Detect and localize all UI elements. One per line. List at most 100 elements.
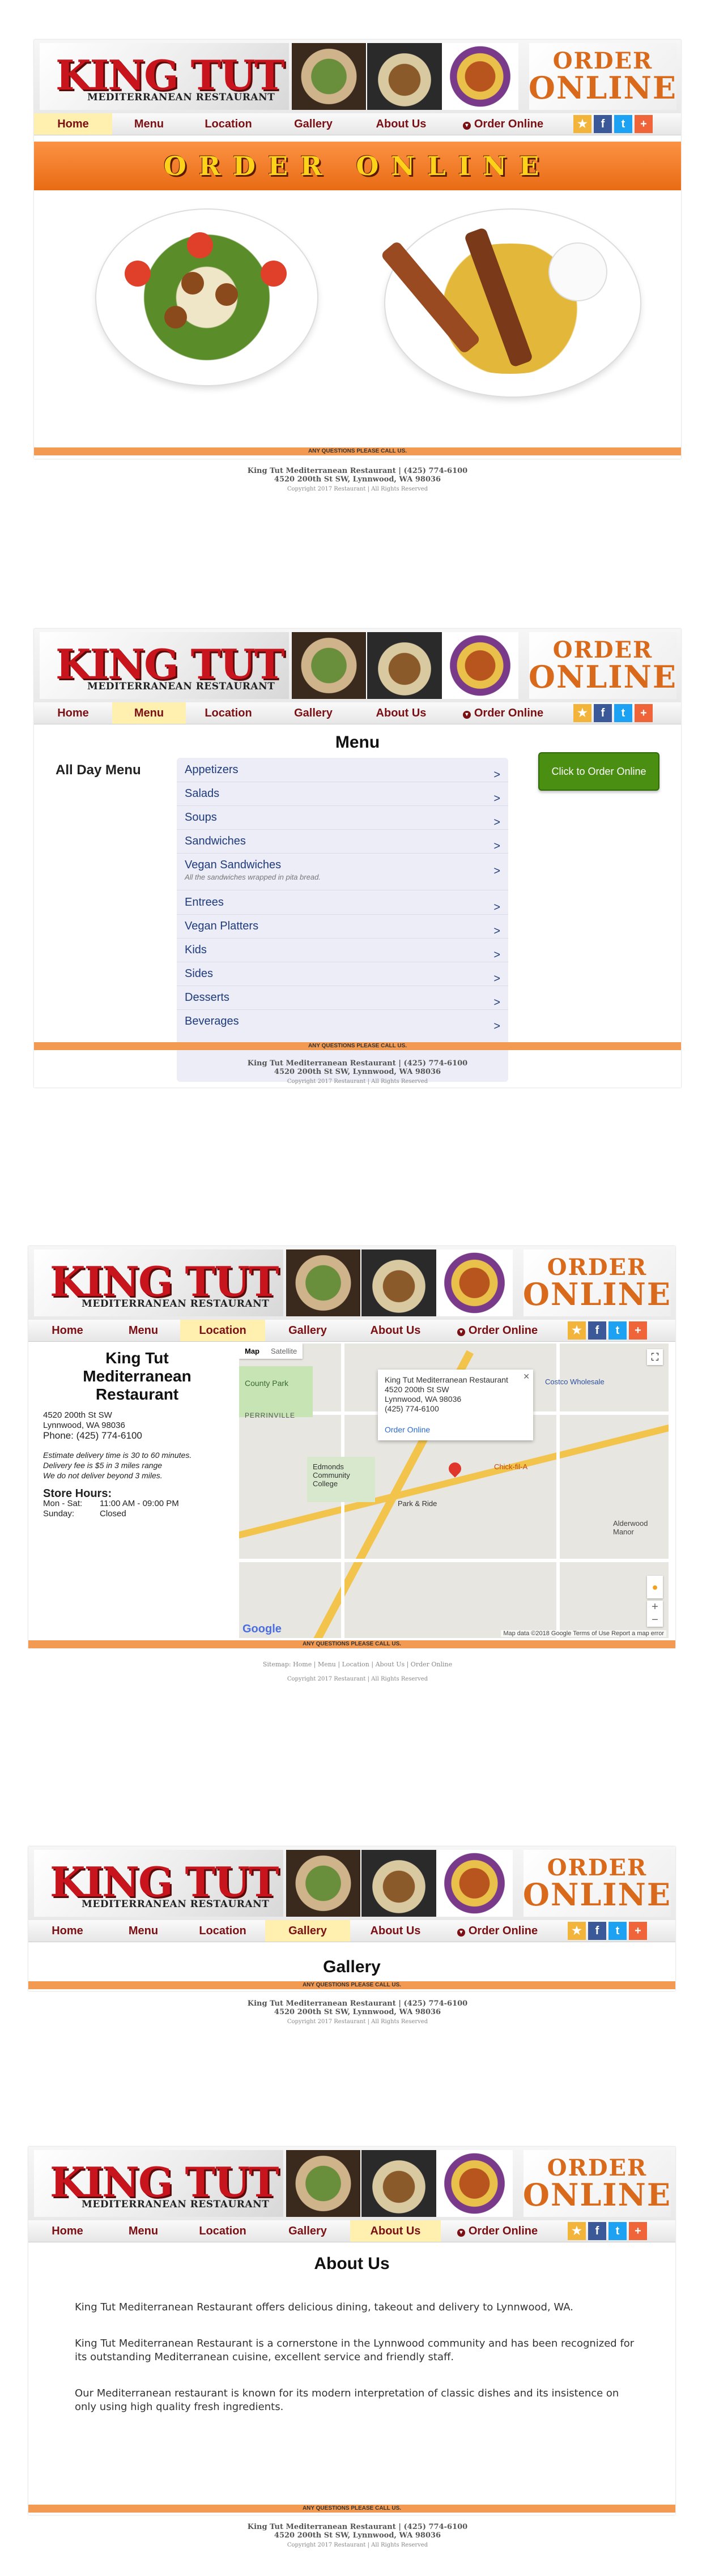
call-us-bar: ANY QUESTIONS PLEASE CALL US.: [28, 1981, 675, 1989]
sitemap-links[interactable]: Sitemap: Home | Menu | Location | About …: [0, 1661, 715, 1668]
star-icon[interactable]: ★: [568, 1922, 586, 1940]
menu-item-entrees[interactable]: Entrees >: [177, 890, 508, 915]
star-icon[interactable]: ★: [568, 1321, 586, 1340]
nav-home[interactable]: Home: [28, 1320, 107, 1341]
nav-location[interactable]: Location: [180, 2220, 265, 2242]
site-container: KING TUT MEDITERRANEAN RESTAURANT ORDER …: [28, 1246, 675, 1648]
zoom-control: + −: [647, 1601, 663, 1627]
menu-item-kids[interactable]: Kids >: [177, 938, 508, 962]
star-icon[interactable]: ★: [573, 704, 591, 722]
nav-location[interactable]: Location: [180, 1920, 265, 1942]
click-to-order-button[interactable]: Click to Order Online: [538, 752, 659, 791]
nav-menu[interactable]: Menu: [107, 1320, 180, 1341]
street-view-pegman-icon[interactable]: ●: [647, 1576, 663, 1598]
restaurant-name: King Tut Mediterranean Restaurant: [83, 1349, 191, 1403]
nav-about[interactable]: About Us: [350, 1920, 441, 1942]
menu-list: Appetizers > Salads > Soups > Sandwiches > V…: [177, 758, 508, 1082]
chevron-down-icon: ▾: [462, 711, 471, 719]
map-marker-icon[interactable]: [446, 1460, 464, 1478]
google-map[interactable]: Map Satellite ⛶ County Park PERRINVILLE …: [239, 1344, 669, 1638]
star-icon[interactable]: ★: [573, 115, 591, 133]
call-us-bar: ANY QUESTIONS PLEASE CALL US.: [28, 2505, 675, 2513]
nav-menu[interactable]: Menu: [107, 2220, 180, 2242]
order-online-badge[interactable]: ORDER ONLINE: [523, 2150, 671, 2217]
menu-item-beverages[interactable]: Beverages >: [177, 1009, 508, 1033]
nav-menu[interactable]: Menu: [112, 702, 186, 724]
nav-gallery[interactable]: Gallery: [265, 2220, 350, 2242]
order-online-badge[interactable]: ORDER ONLINE: [523, 1249, 671, 1316]
nav-order-online[interactable]: ▾ Order Online: [446, 702, 560, 724]
footer: King Tut Mediterranean Restaurant | (425…: [247, 1999, 468, 2025]
zoom-out-button[interactable]: −: [647, 1614, 663, 1627]
menu-item-soups[interactable]: Soups >: [177, 805, 508, 830]
nav-home[interactable]: Home: [28, 1920, 107, 1942]
order-online-badge[interactable]: ORDER ONLINE: [529, 43, 676, 110]
nav-home[interactable]: Home: [28, 2220, 107, 2242]
plus-icon[interactable]: +: [629, 1922, 647, 1940]
nav-gallery[interactable]: Gallery: [265, 1320, 350, 1341]
plus-icon[interactable]: +: [635, 115, 653, 133]
facebook-icon[interactable]: f: [588, 1321, 606, 1340]
menu-item-appetizers[interactable]: Appetizers >: [177, 758, 508, 782]
menu-item-vegan-platters[interactable]: Vegan Platters >: [177, 914, 508, 939]
popup-order-online-link[interactable]: Order Online: [385, 1425, 430, 1434]
order-online-badge[interactable]: ORDER ONLINE: [529, 632, 676, 699]
twitter-icon[interactable]: t: [614, 115, 632, 133]
nav-order-online[interactable]: ▾ Order Online: [441, 1920, 554, 1942]
nav-about[interactable]: About Us: [356, 702, 446, 724]
map-tab[interactable]: Map: [239, 1344, 265, 1359]
star-icon[interactable]: ★: [568, 2222, 586, 2240]
facebook-icon[interactable]: f: [594, 115, 612, 133]
nav-menu[interactable]: Menu: [107, 1920, 180, 1942]
menu-item-desserts[interactable]: Desserts >: [177, 986, 508, 1010]
plus-icon[interactable]: +: [629, 1321, 647, 1340]
facebook-icon[interactable]: f: [588, 1922, 606, 1940]
phone-number[interactable]: Phone: (425) 774-6100: [43, 1431, 191, 1441]
close-icon[interactable]: ✕: [523, 1372, 530, 1381]
nav-location[interactable]: Location: [186, 113, 271, 135]
plus-icon[interactable]: +: [629, 2222, 647, 2240]
logo[interactable]: KING TUT MEDITERRANEAN RESTAURANT: [40, 43, 289, 110]
twitter-icon[interactable]: t: [608, 2222, 627, 2240]
menu-category-label: All Day Menu: [56, 762, 141, 778]
menu-item-vegan-sandwiches[interactable]: Vegan Sandwiches All the sandwiches wrapp…: [177, 853, 508, 890]
nav-about[interactable]: About Us: [350, 2220, 441, 2242]
map-attribution[interactable]: Map data ©2018 Google Terms of Use Repor…: [501, 1630, 666, 1637]
twitter-icon[interactable]: t: [614, 704, 632, 722]
nav-menu[interactable]: Menu: [112, 113, 186, 135]
nav-order-online[interactable]: ▾ Order Online: [441, 2220, 554, 2242]
twitter-icon[interactable]: t: [608, 1321, 627, 1340]
page-title: Gallery: [323, 1957, 381, 1976]
nav-gallery[interactable]: Gallery: [271, 702, 356, 724]
logo[interactable]: KING TUT MEDITERRANEAN RESTAURANT: [34, 1249, 283, 1316]
nav-bar: Home Menu Location Gallery About Us ▾ Ord…: [34, 702, 681, 724]
logo[interactable]: KING TUT MEDITERRANEAN RESTAURANT: [34, 2150, 283, 2217]
zoom-in-button[interactable]: +: [647, 1601, 663, 1614]
menu-item-sides[interactable]: Sides >: [177, 962, 508, 986]
logo[interactable]: KING TUT MEDITERRANEAN RESTAURANT: [34, 1850, 283, 1917]
kabob-plate-image: [380, 210, 640, 396]
nav-order-online[interactable]: ▾ Order Online: [441, 1320, 554, 1341]
menu-item-sandwiches[interactable]: Sandwiches >: [177, 829, 508, 854]
order-online-badge[interactable]: ORDER ONLINE: [523, 1850, 671, 1917]
twitter-icon[interactable]: t: [608, 1922, 627, 1940]
facebook-icon[interactable]: f: [588, 2222, 606, 2240]
nav-location[interactable]: Location: [180, 1320, 265, 1341]
nav-home[interactable]: Home: [34, 113, 112, 135]
footer: King Tut Mediterranean Restaurant | (425…: [247, 1059, 468, 1085]
menu-item-salads[interactable]: Salads >: [177, 782, 508, 806]
nav-about[interactable]: About Us: [356, 113, 446, 135]
nav-home[interactable]: Home: [34, 702, 112, 724]
nav-about[interactable]: About Us: [350, 1320, 441, 1341]
nav-gallery[interactable]: Gallery: [265, 1920, 350, 1942]
nav-order-online[interactable]: ▾ Order Online: [446, 113, 560, 135]
nav-location[interactable]: Location: [186, 702, 271, 724]
nav-gallery[interactable]: Gallery: [271, 113, 356, 135]
fullscreen-icon[interactable]: ⛶: [647, 1349, 663, 1365]
plus-icon[interactable]: +: [635, 704, 653, 722]
logo[interactable]: KING TUT MEDITERRANEAN RESTAURANT: [40, 632, 289, 699]
satellite-tab[interactable]: Satellite: [265, 1344, 303, 1359]
chevron-down-icon: ▾: [457, 1929, 465, 1937]
order-online-banner[interactable]: ORDER ONLINE: [34, 142, 681, 190]
facebook-icon[interactable]: f: [594, 704, 612, 722]
